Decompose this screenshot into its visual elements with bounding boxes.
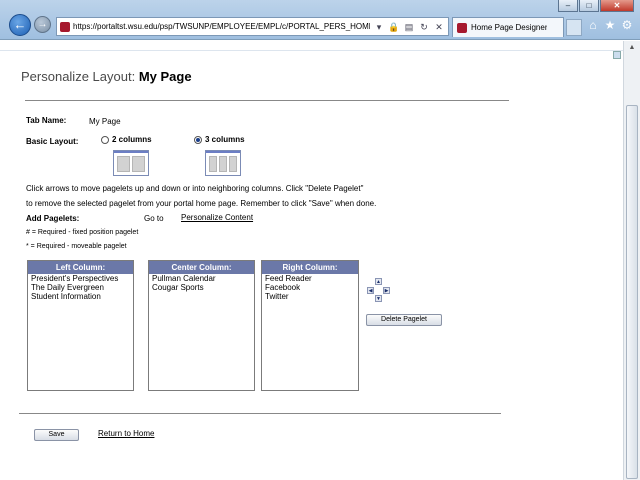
address-url[interactable]: https://portaltst.wsu.edu/psp/TWSUNP/EMP… bbox=[73, 22, 370, 31]
browser-toolbar: – □ ✕ ← → https://portaltst.wsu.edu/psp/… bbox=[0, 0, 640, 40]
site-favicon-icon bbox=[60, 21, 70, 32]
center-column-header: Center Column: bbox=[149, 261, 254, 274]
center-column-list[interactable]: Center Column: Pullman Calendar Cougar S… bbox=[148, 260, 255, 391]
new-tab-button[interactable] bbox=[566, 19, 582, 36]
arrow-right-icon[interactable]: ▶ bbox=[383, 287, 390, 294]
home-icon[interactable]: ⌂ bbox=[586, 17, 600, 33]
forward-arrow-icon[interactable]: → bbox=[34, 16, 51, 33]
list-item[interactable]: Student Information bbox=[28, 292, 133, 301]
browser-tools: ⌂ ★ ⚙ bbox=[586, 17, 634, 33]
list-item[interactable]: Cougar Sports bbox=[149, 283, 254, 292]
list-item[interactable]: President's Perspectives bbox=[28, 274, 133, 283]
tab-label: Home Page Designer bbox=[471, 23, 548, 32]
refresh-icon[interactable]: ↻ bbox=[418, 21, 430, 33]
instructions-line-1: Click arrows to move pagelets up and dow… bbox=[26, 184, 364, 193]
left-column-list[interactable]: Left Column: President's Perspectives Th… bbox=[27, 260, 134, 391]
header-strip bbox=[0, 41, 623, 51]
page-options-icon[interactable] bbox=[613, 51, 621, 59]
left-column-header: Left Column: bbox=[28, 261, 133, 274]
list-item[interactable]: Twitter bbox=[262, 292, 358, 301]
add-pagelets-label: Add Pagelets: bbox=[26, 214, 80, 223]
compatibility-icon[interactable]: ▤ bbox=[403, 21, 415, 33]
instructions-line-2: to remove the selected pagelet from your… bbox=[26, 199, 377, 208]
arrow-up-icon[interactable]: ▲ bbox=[375, 278, 382, 285]
legend-moveable: * = Required - moveable pagelet bbox=[26, 243, 127, 250]
back-arrow-icon[interactable]: ← bbox=[9, 14, 31, 36]
arrow-left-icon[interactable]: ◀ bbox=[367, 287, 374, 294]
arrow-down-icon[interactable]: ▼ bbox=[375, 295, 382, 302]
go-to-text: Go to bbox=[144, 214, 164, 223]
scroll-thumb[interactable] bbox=[626, 105, 638, 479]
maximize-button[interactable]: □ bbox=[579, 0, 599, 12]
layout-3-columns-radio[interactable]: 3 columns bbox=[194, 135, 245, 144]
save-button[interactable]: Save bbox=[34, 429, 79, 441]
lock-icon[interactable]: 🔒 bbox=[388, 21, 400, 33]
radio-unselected-icon[interactable] bbox=[101, 135, 109, 144]
layout-2-columns-radio[interactable]: 2 columns bbox=[101, 135, 152, 144]
two-column-layout-icon[interactable] bbox=[113, 150, 149, 176]
gear-icon[interactable]: ⚙ bbox=[620, 17, 634, 33]
return-to-home-link[interactable]: Return to Home bbox=[98, 429, 154, 438]
layout-2-columns-label: 2 columns bbox=[112, 135, 152, 144]
stop-icon[interactable]: ✕ bbox=[433, 21, 445, 33]
scroll-up-icon[interactable]: ▲ bbox=[624, 41, 640, 55]
page-content: Personalize Layout: My Page Tab Name: My… bbox=[0, 41, 623, 480]
browser-tab[interactable]: Home Page Designer bbox=[452, 17, 564, 37]
list-item[interactable]: The Daily Evergreen bbox=[28, 283, 133, 292]
address-bar[interactable]: https://portaltst.wsu.edu/psp/TWSUNP/EMP… bbox=[56, 17, 449, 36]
layout-3-columns-label: 3 columns bbox=[205, 135, 245, 144]
page-title: Personalize Layout: My Page bbox=[21, 69, 192, 84]
list-item[interactable]: Feed Reader bbox=[262, 274, 358, 283]
window-controls: – □ ✕ bbox=[558, 0, 634, 12]
delete-pagelet-button[interactable]: Delete Pagelet bbox=[366, 314, 442, 326]
list-item[interactable]: Facebook bbox=[262, 283, 358, 292]
personalize-content-link[interactable]: Personalize Content bbox=[181, 213, 253, 222]
favorites-star-icon[interactable]: ★ bbox=[603, 17, 617, 33]
three-column-layout-icon[interactable] bbox=[205, 150, 241, 176]
right-column-header: Right Column: bbox=[262, 261, 358, 274]
right-column-list[interactable]: Right Column: Feed Reader Facebook Twitt… bbox=[261, 260, 359, 391]
tab-favicon-icon bbox=[457, 22, 467, 33]
page-title-name: My Page bbox=[138, 69, 192, 84]
legend-fixed: # = Required - fixed position pagelet bbox=[26, 229, 139, 236]
divider-top bbox=[25, 100, 509, 101]
minimize-button[interactable]: – bbox=[558, 0, 578, 12]
vertical-scrollbar[interactable]: ▲ bbox=[623, 41, 640, 480]
move-arrows: ▲ ◀ ▶ ▼ bbox=[367, 278, 391, 302]
page-title-prefix: Personalize Layout: bbox=[21, 69, 136, 84]
radio-selected-icon[interactable] bbox=[194, 135, 202, 144]
tab-name-value: My Page bbox=[89, 117, 121, 126]
divider-bottom bbox=[19, 413, 501, 414]
list-item[interactable]: Pullman Calendar bbox=[149, 274, 254, 283]
tab-name-label: Tab Name: bbox=[26, 116, 67, 125]
close-button[interactable]: ✕ bbox=[600, 0, 634, 12]
basic-layout-label: Basic Layout: bbox=[26, 137, 79, 146]
dropdown-icon[interactable]: ▾ bbox=[373, 21, 385, 33]
